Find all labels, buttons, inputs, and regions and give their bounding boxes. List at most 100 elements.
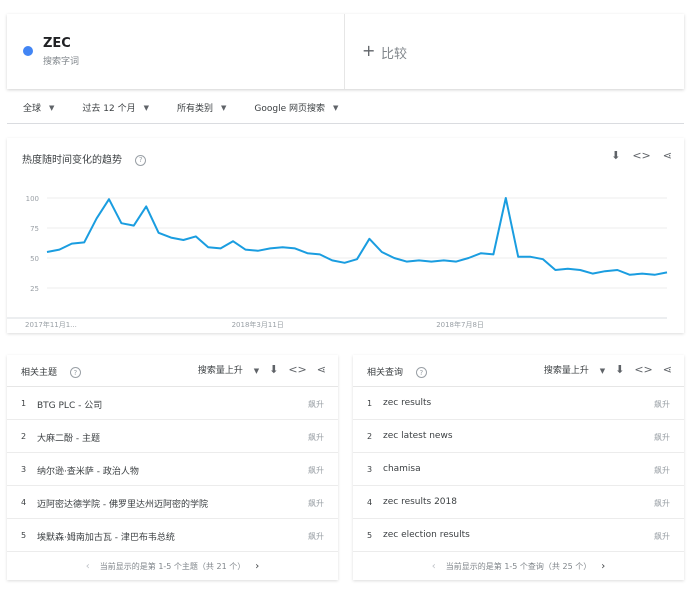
download-icon[interactable]: ⬇ xyxy=(611,149,620,162)
related-queries-pager: ‹ 当前显示的是第 1-5 个查询（共 25 个） › xyxy=(353,556,684,576)
list-item-value: 飙升 xyxy=(308,466,324,475)
y-tick-label: 25 xyxy=(30,285,39,293)
related-topics-header: 相关主题 ? 搜索量上升 ▼ ⬇ <> ⋖ xyxy=(7,355,338,387)
list-item-label[interactable]: BTG PLC - 公司 xyxy=(37,398,102,411)
compare-entry[interactable]: + 比较 xyxy=(345,14,684,89)
list-item-value: 飙升 xyxy=(308,433,324,442)
category-filter-label: 所有类别 xyxy=(176,104,213,114)
interest-title-text: 热度随时间变化的趋势 xyxy=(22,155,122,166)
series-color-dot xyxy=(23,46,33,56)
help-icon[interactable]: ? xyxy=(415,367,427,378)
caret-down-icon: ▼ xyxy=(253,367,260,375)
related-topics-list: 1 BTG PLC - 公司 飙升 2 大麻二酚 - 主题 飙升 3 纳尔逊·查… xyxy=(7,387,338,552)
y-tick-label: 100 xyxy=(26,195,39,203)
list-item-value: 飙升 xyxy=(308,532,324,541)
help-icon[interactable]: ? xyxy=(135,154,147,166)
related-queries-list: 1 zec results 飙升 2 zec latest news 飙升 3 … xyxy=(353,387,684,552)
list-item-label[interactable]: 纳尔逊·查米萨 - 政治人物 xyxy=(37,464,139,477)
list-item-label[interactable]: zec election results xyxy=(383,530,470,540)
download-icon[interactable]: ⬇ xyxy=(269,363,278,376)
x-tick-label: 2018年3月11日 xyxy=(232,320,284,329)
list-item-value: 飙升 xyxy=(654,532,670,541)
list-item-value: 飙升 xyxy=(654,433,670,442)
related-queries-title: 相关查询 ? xyxy=(367,365,427,378)
related-queries-title-text: 相关查询 xyxy=(367,368,404,378)
help-icon[interactable]: ? xyxy=(69,367,81,378)
sort-dropdown[interactable]: 搜索量上升 ▼ xyxy=(198,363,259,376)
sort-dropdown[interactable]: 搜索量上升 ▼ xyxy=(544,363,605,376)
list-item-rank: 2 xyxy=(21,432,27,441)
interest-over-time-card: 热度随时间变化的趋势 ? ⬇ <> ⋖ 25 50 75 100 2017年11月1..… xyxy=(7,138,684,333)
list-item-value: 飙升 xyxy=(654,499,670,508)
download-icon[interactable]: ⬇ xyxy=(615,363,624,376)
compare-label[interactable]: 比较 xyxy=(381,43,407,62)
sort-dropdown-label: 搜索量上升 xyxy=(543,366,589,376)
interest-line-chart: 25 50 75 100 2017年11月1... 2018年3月11日 2018年7月8日 xyxy=(7,195,668,329)
list-item[interactable]: 4 zec results 2018 飙升 xyxy=(353,486,684,519)
time-range-filter[interactable]: 过去 12 个月 ▼ xyxy=(82,101,149,115)
embed-icon[interactable]: <> xyxy=(632,149,650,162)
caret-down-icon: ▼ xyxy=(333,103,339,112)
region-filter[interactable]: 全球 ▼ xyxy=(23,101,55,115)
list-item[interactable]: 4 迈阿密达德学院 - 佛罗里达州迈阿密的学院 飙升 xyxy=(7,486,338,519)
search-term-entry[interactable]: ZEC 搜索字词 xyxy=(7,14,345,89)
list-item-label[interactable]: chamisa xyxy=(383,464,421,474)
embed-icon[interactable]: <> xyxy=(634,363,652,376)
list-item-label[interactable]: zec latest news xyxy=(383,431,453,441)
time-range-filter-label: 过去 12 个月 xyxy=(82,104,136,114)
previous-page-icon[interactable]: ‹ xyxy=(86,561,90,572)
list-item[interactable]: 3 纳尔逊·查米萨 - 政治人物 飙升 xyxy=(7,453,338,486)
list-item[interactable]: 3 chamisa 飙升 xyxy=(353,453,684,486)
previous-page-icon[interactable]: ‹ xyxy=(432,561,436,572)
list-item[interactable]: 1 BTG PLC - 公司 飙升 xyxy=(7,387,338,420)
related-topics-card: 相关主题 ? 搜索量上升 ▼ ⬇ <> ⋖ 1 BTG PLC - 公司 飙升 … xyxy=(7,355,338,580)
related-queries-toolbar: 搜索量上升 ▼ ⬇ <> ⋖ xyxy=(544,363,672,376)
caret-down-icon: ▼ xyxy=(221,103,227,112)
list-item-label[interactable]: zec results 2018 xyxy=(383,497,457,507)
share-icon[interactable]: ⋖ xyxy=(663,149,672,162)
related-topics-toolbar: 搜索量上升 ▼ ⬇ <> ⋖ xyxy=(198,363,326,376)
list-item-rank: 3 xyxy=(21,465,27,474)
list-item-rank: 1 xyxy=(21,399,27,408)
list-item[interactable]: 1 zec results 飙升 xyxy=(353,387,684,420)
list-item-rank: 3 xyxy=(367,465,373,474)
list-item-label[interactable]: 大麻二酚 - 主题 xyxy=(37,431,100,444)
y-tick-label: 75 xyxy=(30,225,39,233)
list-item-label[interactable]: zec results xyxy=(383,398,431,408)
list-item[interactable]: 2 zec latest news 飙升 xyxy=(353,420,684,453)
search-term-card: ZEC 搜索字词 + 比较 xyxy=(7,14,684,89)
list-item[interactable]: 5 埃默森·姆南加古瓦 - 津巴布韦总统 飙升 xyxy=(7,519,338,552)
list-item-rank: 1 xyxy=(367,399,373,408)
pager-text: 当前显示的是第 1-5 个查询（共 25 个） xyxy=(445,561,592,571)
list-item[interactable]: 2 大麻二酚 - 主题 飙升 xyxy=(7,420,338,453)
category-filter[interactable]: 所有类别 ▼ xyxy=(176,101,227,115)
list-item-rank: 4 xyxy=(367,498,373,507)
related-topics-title-text: 相关主题 xyxy=(21,368,58,378)
x-tick-label: 2018年7月8日 xyxy=(436,320,484,329)
list-item-rank: 4 xyxy=(21,498,27,507)
next-page-icon[interactable]: › xyxy=(601,561,605,572)
list-item-label[interactable]: 埃默森·姆南加古瓦 - 津巴布韦总统 xyxy=(37,530,175,543)
embed-icon[interactable]: <> xyxy=(288,363,306,376)
next-page-icon[interactable]: › xyxy=(255,561,259,572)
search-type-filter[interactable]: Google 网页搜索 ▼ xyxy=(254,101,339,115)
related-topics-title: 相关主题 ? xyxy=(21,365,81,378)
interest-over-time-title: 热度随时间变化的趋势 ? xyxy=(22,151,147,166)
add-icon[interactable]: + xyxy=(362,41,375,60)
sort-dropdown-label: 搜索量上升 xyxy=(197,366,243,376)
list-item-value: 飙升 xyxy=(308,400,324,409)
list-item-value: 飙升 xyxy=(308,499,324,508)
list-item-rank: 5 xyxy=(367,531,373,540)
trend-series-line[interactable] xyxy=(46,197,668,276)
share-icon[interactable]: ⋖ xyxy=(317,363,326,376)
caret-down-icon: ▼ xyxy=(49,103,55,112)
share-icon[interactable]: ⋖ xyxy=(663,363,672,376)
list-item-rank: 5 xyxy=(21,531,27,540)
list-item-label[interactable]: 迈阿密达德学院 - 佛罗里达州迈阿密的学院 xyxy=(37,497,208,510)
pager-text: 当前显示的是第 1-5 个主题（共 21 个） xyxy=(99,561,246,571)
list-item-value: 飙升 xyxy=(654,466,670,475)
chart-toolbar: ⬇ <> ⋖ xyxy=(611,149,672,162)
list-item[interactable]: 5 zec election results 飙升 xyxy=(353,519,684,552)
list-item-value: 飙升 xyxy=(654,400,670,409)
search-term-name[interactable]: ZEC xyxy=(43,36,71,51)
